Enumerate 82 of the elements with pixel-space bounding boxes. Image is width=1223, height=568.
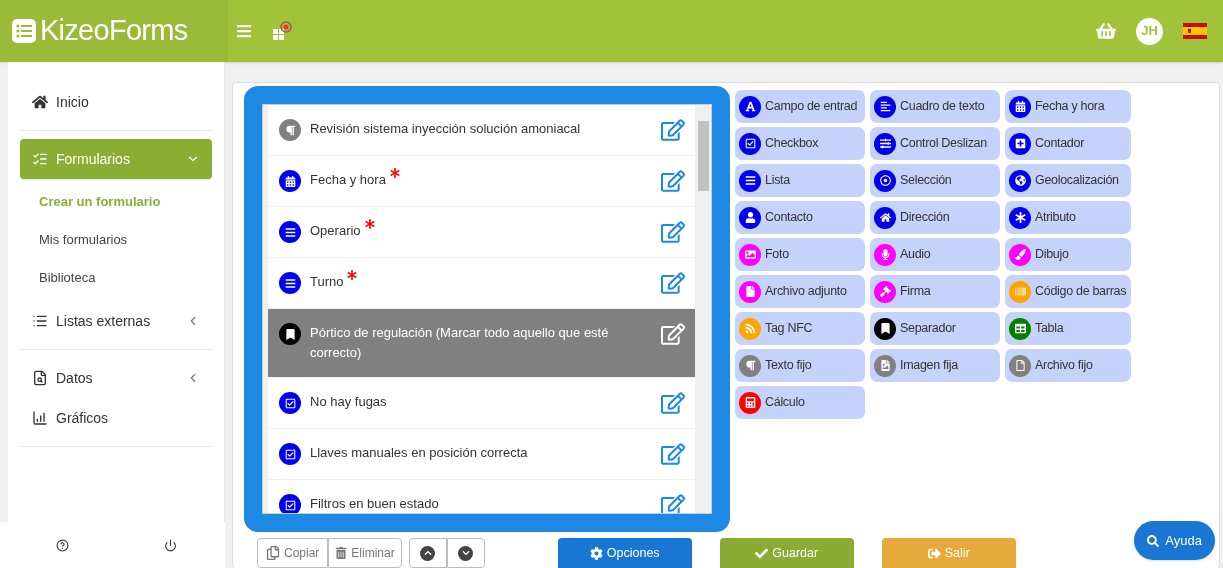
- field-label: Fecha y hora: [310, 170, 661, 190]
- field-type-button[interactable]: Control Deslizan: [870, 127, 1000, 160]
- field-label: Revisión sistema inyección solución amoniacal: [310, 120, 582, 138]
- check-icon: [755, 546, 769, 560]
- field-label: Llaves manuales en posición correcta: [310, 444, 529, 462]
- bar-chart-icon: [32, 410, 48, 426]
- submenu-item[interactable]: Biblioteca: [20, 259, 212, 297]
- help-icon[interactable]: [55, 538, 69, 552]
- field-label: Filtros en buen estado: [310, 495, 440, 513]
- field-label: Operario: [310, 221, 661, 241]
- field-type-button[interactable]: Tabla: [1005, 312, 1131, 345]
- field-type-button[interactable]: Cálculo: [735, 386, 865, 419]
- file-search-icon: [32, 370, 48, 386]
- edit-icon[interactable]: [661, 323, 685, 345]
- edit-icon[interactable]: [661, 221, 685, 243]
- chevron-up-icon: [423, 549, 432, 557]
- basket-icon[interactable]: [1096, 21, 1116, 41]
- copy-button[interactable]: Copiar: [257, 538, 329, 568]
- move-up-button[interactable]: [408, 538, 447, 568]
- field-row[interactable]: Llaves manuales en posición correcta: [268, 429, 695, 479]
- field-type-button[interactable]: Código de barras: [1005, 275, 1131, 308]
- field-type-button[interactable]: Lista: [735, 164, 865, 197]
- field-row[interactable]: Fecha y hora: [268, 156, 695, 206]
- trash-icon: [335, 547, 348, 559]
- field-label: No hay fugas: [310, 393, 388, 411]
- exit-icon: [927, 546, 941, 560]
- help-button[interactable]: Ayuda: [1134, 521, 1215, 560]
- edit-icon[interactable]: [661, 272, 685, 294]
- field-type-button[interactable]: Dibujo: [1005, 238, 1131, 271]
- options-button[interactable]: Opciones: [557, 538, 692, 568]
- field-type-button[interactable]: Campo de entrad: [735, 90, 865, 123]
- field-type-button[interactable]: Foto: [735, 238, 865, 271]
- edit-icon[interactable]: [661, 170, 685, 192]
- move-down-button[interactable]: [446, 538, 485, 568]
- field-type-button[interactable]: Fecha y hora: [1005, 90, 1131, 123]
- copy-icon: [266, 546, 280, 560]
- field-row[interactable]: Turno: [268, 258, 695, 308]
- sidebar-item[interactable]: Datos: [20, 358, 212, 398]
- field-type-button[interactable]: Contacto: [735, 201, 865, 234]
- edit-icon[interactable]: [661, 443, 685, 465]
- logo-icon: [12, 19, 36, 43]
- field-type-button[interactable]: Imagen fija: [870, 349, 1000, 382]
- delete-button[interactable]: Eliminar: [328, 538, 402, 568]
- field-type-button[interactable]: Dirección: [870, 201, 1000, 234]
- field-row[interactable]: Operario: [268, 207, 695, 257]
- field-type-button[interactable]: Checkbox: [735, 127, 865, 160]
- logo-text: KizeoForms: [40, 13, 188, 49]
- apps-icon[interactable]: [272, 20, 294, 42]
- list-icon: [32, 313, 48, 329]
- search-icon: [1147, 534, 1160, 547]
- field-type-button[interactable]: Selección: [870, 164, 1000, 197]
- submenu-item[interactable]: Mis formularios: [20, 221, 212, 259]
- gear-icon: [589, 546, 603, 560]
- edit-icon[interactable]: [661, 494, 685, 513]
- field-row[interactable]: No hay fugas: [268, 378, 695, 428]
- edit-icon[interactable]: [661, 392, 685, 414]
- field-type-button[interactable]: Archivo adjunto: [735, 275, 865, 308]
- field-type-button[interactable]: Audio: [870, 238, 1000, 271]
- field-row[interactable]: Filtros en buen estado: [268, 480, 695, 513]
- menu-icon[interactable]: [236, 23, 252, 39]
- sidebar-item[interactable]: Inicio: [20, 82, 212, 122]
- chevron-down-icon: [461, 549, 470, 557]
- field-type-button[interactable]: Contador: [1005, 127, 1131, 160]
- field-type-button[interactable]: Cuadro de texto: [870, 90, 1000, 123]
- field-row[interactable]: Revisión sistema inyección solución amoniacal: [268, 105, 695, 155]
- field-type-button[interactable]: Atributo: [1005, 201, 1131, 234]
- field-type-button[interactable]: Tag NFC: [735, 312, 865, 345]
- field-label: Turno: [310, 272, 661, 292]
- field-type-button[interactable]: Archivo fijo: [1005, 349, 1131, 382]
- flag-icon[interactable]: [1183, 23, 1207, 39]
- checklist-icon: [32, 151, 48, 167]
- home-icon: [32, 94, 48, 110]
- field-type-button[interactable]: Separador: [870, 312, 1000, 345]
- edit-icon[interactable]: [661, 119, 685, 141]
- sidebar-item[interactable]: Gráficos: [20, 398, 212, 438]
- field-type-button[interactable]: Geolocalización: [1005, 164, 1131, 197]
- field-type-button[interactable]: Firma: [870, 275, 1000, 308]
- field-row[interactable]: Pórtico de regulación (Marcar todo aquello que esté correcto): [268, 309, 695, 377]
- field-label: Pórtico de regulación (Marcar todo aquello que esté correcto): [310, 324, 610, 362]
- field-type-button[interactable]: Texto fijo: [735, 349, 865, 382]
- power-icon[interactable]: [164, 538, 178, 552]
- sidebar-item[interactable]: Listas externas: [20, 301, 212, 341]
